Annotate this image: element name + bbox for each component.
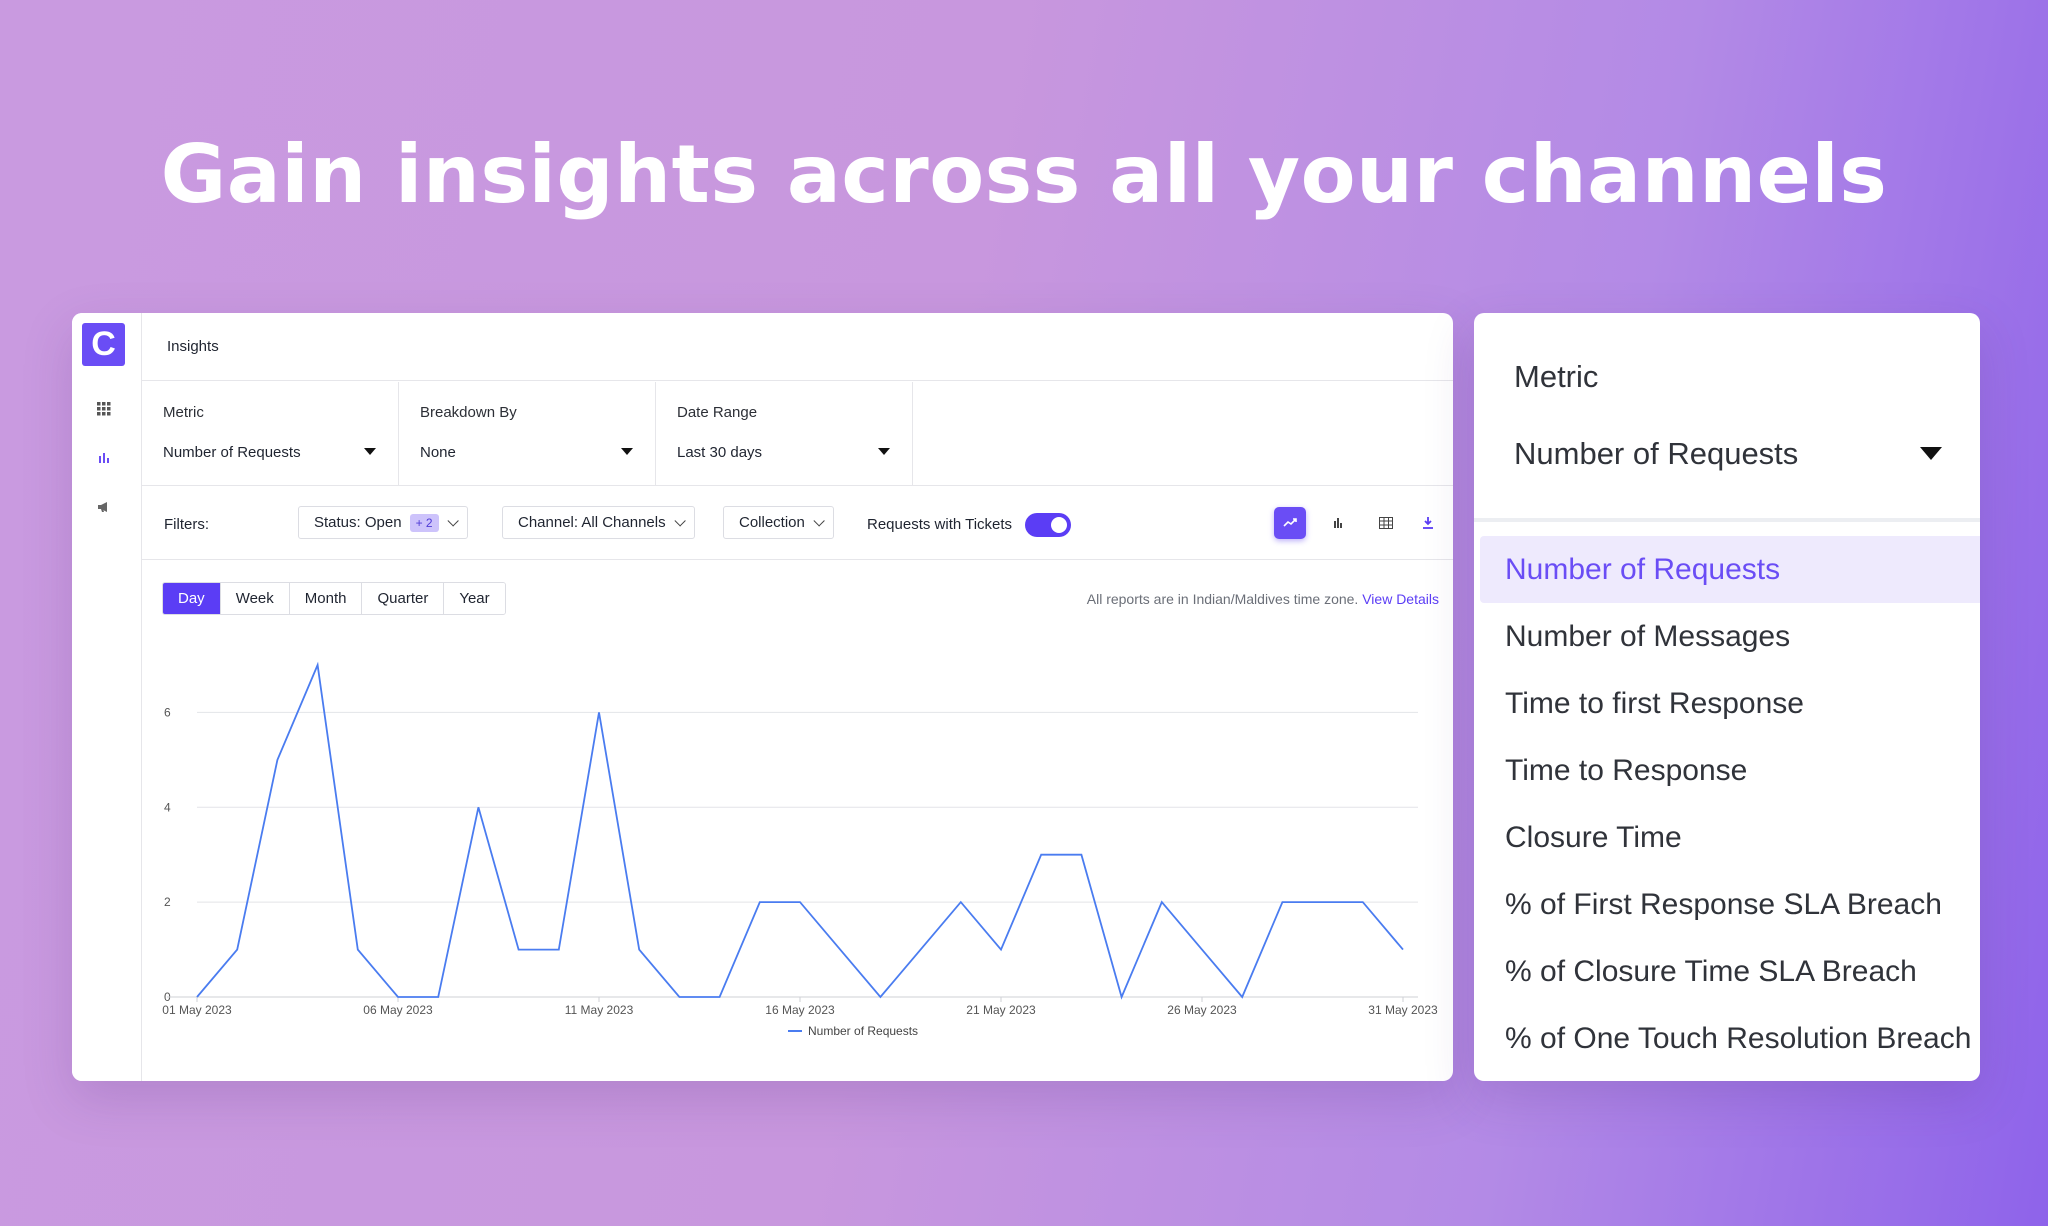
tab-quarter[interactable]: Quarter [362, 583, 445, 614]
x-tick-label: 31 May 2023 [1368, 1003, 1438, 1017]
tab-day[interactable]: Day [163, 583, 221, 614]
table-view-button[interactable] [1370, 507, 1402, 539]
app-logo[interactable]: C [82, 323, 125, 366]
headline: Gain insights across all your channels [160, 128, 1888, 221]
metric-option[interactable]: Time to Response [1480, 737, 1980, 804]
date-range-selector[interactable]: Date Range Last 30 days [656, 382, 913, 485]
metric-selector[interactable]: Metric Number of Requests [142, 382, 399, 485]
chevron-down-icon [813, 514, 825, 527]
channel-filter-label: Channel: All Channels [518, 514, 666, 531]
timezone-note: All reports are in Indian/Maldives time … [1087, 591, 1439, 607]
tab-week[interactable]: Week [220, 583, 290, 614]
caret-down-icon [621, 448, 633, 455]
metric-option[interactable]: Number of Requests [1480, 536, 1980, 603]
y-tick-label: 2 [164, 895, 171, 909]
table-icon [1379, 517, 1393, 529]
megaphone-icon[interactable] [95, 498, 113, 516]
y-tick-label: 6 [164, 705, 171, 719]
status-filter-label: Status: Open [314, 514, 402, 531]
requests-line-chart: 024601 May 2023 06 May 2023 11 May 2023 16 … [162, 661, 1438, 1038]
x-tick-label: 01 May 2023 [162, 1003, 232, 1017]
tickets-toggle-label: Requests with Tickets [867, 516, 1013, 533]
toggle-knob [1051, 517, 1067, 533]
metric-label: Metric [1514, 359, 1599, 394]
collection-filter-label: Collection [739, 514, 805, 531]
download-button[interactable] [1412, 507, 1444, 539]
caret-down-icon[interactable] [1920, 447, 1942, 460]
bar-chart-view-button[interactable] [1322, 507, 1354, 539]
line-chart-view-button[interactable] [1274, 507, 1306, 539]
filters-label: Filters: [164, 516, 209, 533]
divider [1474, 518, 1980, 522]
x-tick-label: 21 May 2023 [966, 1003, 1036, 1017]
status-filter[interactable]: Status: Open + 2 [298, 506, 468, 539]
selector-label: Date Range [677, 404, 758, 421]
metric-selected-value[interactable]: Number of Requests [1514, 436, 1798, 472]
view-details-link[interactable]: View Details [1362, 591, 1439, 607]
series-line [196, 661, 1404, 1000]
tab-year[interactable]: Year [444, 583, 505, 614]
period-tabs: Day Week Month Quarter Year [162, 582, 506, 615]
download-icon [1423, 517, 1433, 529]
selector-value: Number of Requests [163, 444, 301, 461]
metric-option[interactable]: Time to first Response [1480, 670, 1980, 737]
x-tick-label: 11 May 2023 [565, 1003, 634, 1017]
status-extra-badge: + 2 [409, 513, 439, 532]
metric-option[interactable]: Number of Messages [1480, 603, 1980, 670]
metric-option[interactable]: % of Closure Time SLA Breach [1480, 938, 1980, 1005]
grid-icon[interactable] [95, 400, 113, 418]
timezone-note-text: All reports are in Indian/Maldives time … [1086, 591, 1359, 607]
bar-chart-icon [1334, 518, 1342, 528]
metric-option[interactable]: % of First Response SLA Breach [1480, 871, 1980, 938]
y-tick-label: 4 [164, 800, 171, 814]
legend-label: Number of Requests [808, 1024, 918, 1038]
sidebar: C [72, 313, 142, 1081]
filters-bar: Filters: Status: Open + 2 Channel: All C… [142, 486, 1453, 560]
x-tick-label: 06 May 2023 [363, 1003, 433, 1017]
insights-app-window: C Insights Metric Number of Requests Bre… [72, 313, 1453, 1081]
x-tick-label: 26 May 2023 [1167, 1003, 1237, 1017]
selector-label: Metric [163, 404, 204, 421]
metric-options-list: Number of Requests Number of Messages Time… [1480, 536, 1980, 1072]
page-title: Insights [142, 313, 1453, 381]
x-tick-label: 16 May 2023 [765, 1003, 835, 1017]
selector-value: None [420, 444, 456, 461]
chevron-down-icon [447, 514, 459, 527]
chevron-down-icon [674, 514, 686, 527]
caret-down-icon [878, 448, 890, 455]
line-chart-icon [1283, 518, 1297, 527]
breakdown-selector[interactable]: Breakdown By None [399, 382, 656, 485]
bar-chart-icon[interactable] [95, 449, 113, 467]
tab-month[interactable]: Month [289, 583, 363, 614]
report-selectors: Metric Number of Requests Breakdown By N… [142, 382, 913, 485]
metric-dropdown-panel: Metric Number of Requests Number of Requ… [1474, 313, 1980, 1081]
selector-value: Last 30 days [677, 444, 763, 461]
channel-filter[interactable]: Channel: All Channels [502, 506, 695, 539]
tickets-toggle[interactable] [1025, 513, 1071, 537]
caret-down-icon [364, 448, 376, 455]
metric-option[interactable]: Closure Time [1480, 804, 1980, 871]
collection-filter[interactable]: Collection [723, 506, 834, 539]
metric-option[interactable]: % of One Touch Resolution Breach [1480, 1005, 1980, 1072]
selector-label: Breakdown By [420, 404, 517, 421]
